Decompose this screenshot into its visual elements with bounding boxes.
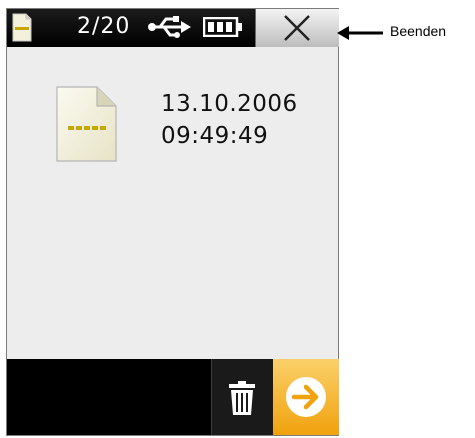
file-icon (56, 86, 117, 162)
file-icon (12, 13, 32, 42)
page: 2/20 13.10.2006 09:49:49 Beenden (0, 0, 475, 438)
callout-label: Beenden (390, 23, 447, 39)
trash-icon (229, 381, 255, 415)
battery-icon (203, 17, 242, 37)
top-bar: 2/20 (7, 9, 339, 47)
usb-icon (148, 16, 191, 38)
close-button[interactable] (255, 9, 339, 47)
arrow-right-icon (286, 377, 326, 417)
device-screen: 2/20 13.10.2006 09:49:49 (6, 8, 339, 436)
file-details: 13.10.2006 09:49:49 (7, 47, 338, 362)
bottom-bar (7, 359, 339, 435)
callout-arrow-icon (337, 26, 383, 40)
delete-button[interactable] (211, 359, 273, 435)
file-date: 13.10.2006 (161, 91, 298, 117)
file-time: 09:49:49 (161, 123, 269, 149)
close-icon (284, 15, 310, 41)
next-button[interactable] (273, 359, 339, 435)
file-counter: 2/20 (77, 14, 131, 39)
